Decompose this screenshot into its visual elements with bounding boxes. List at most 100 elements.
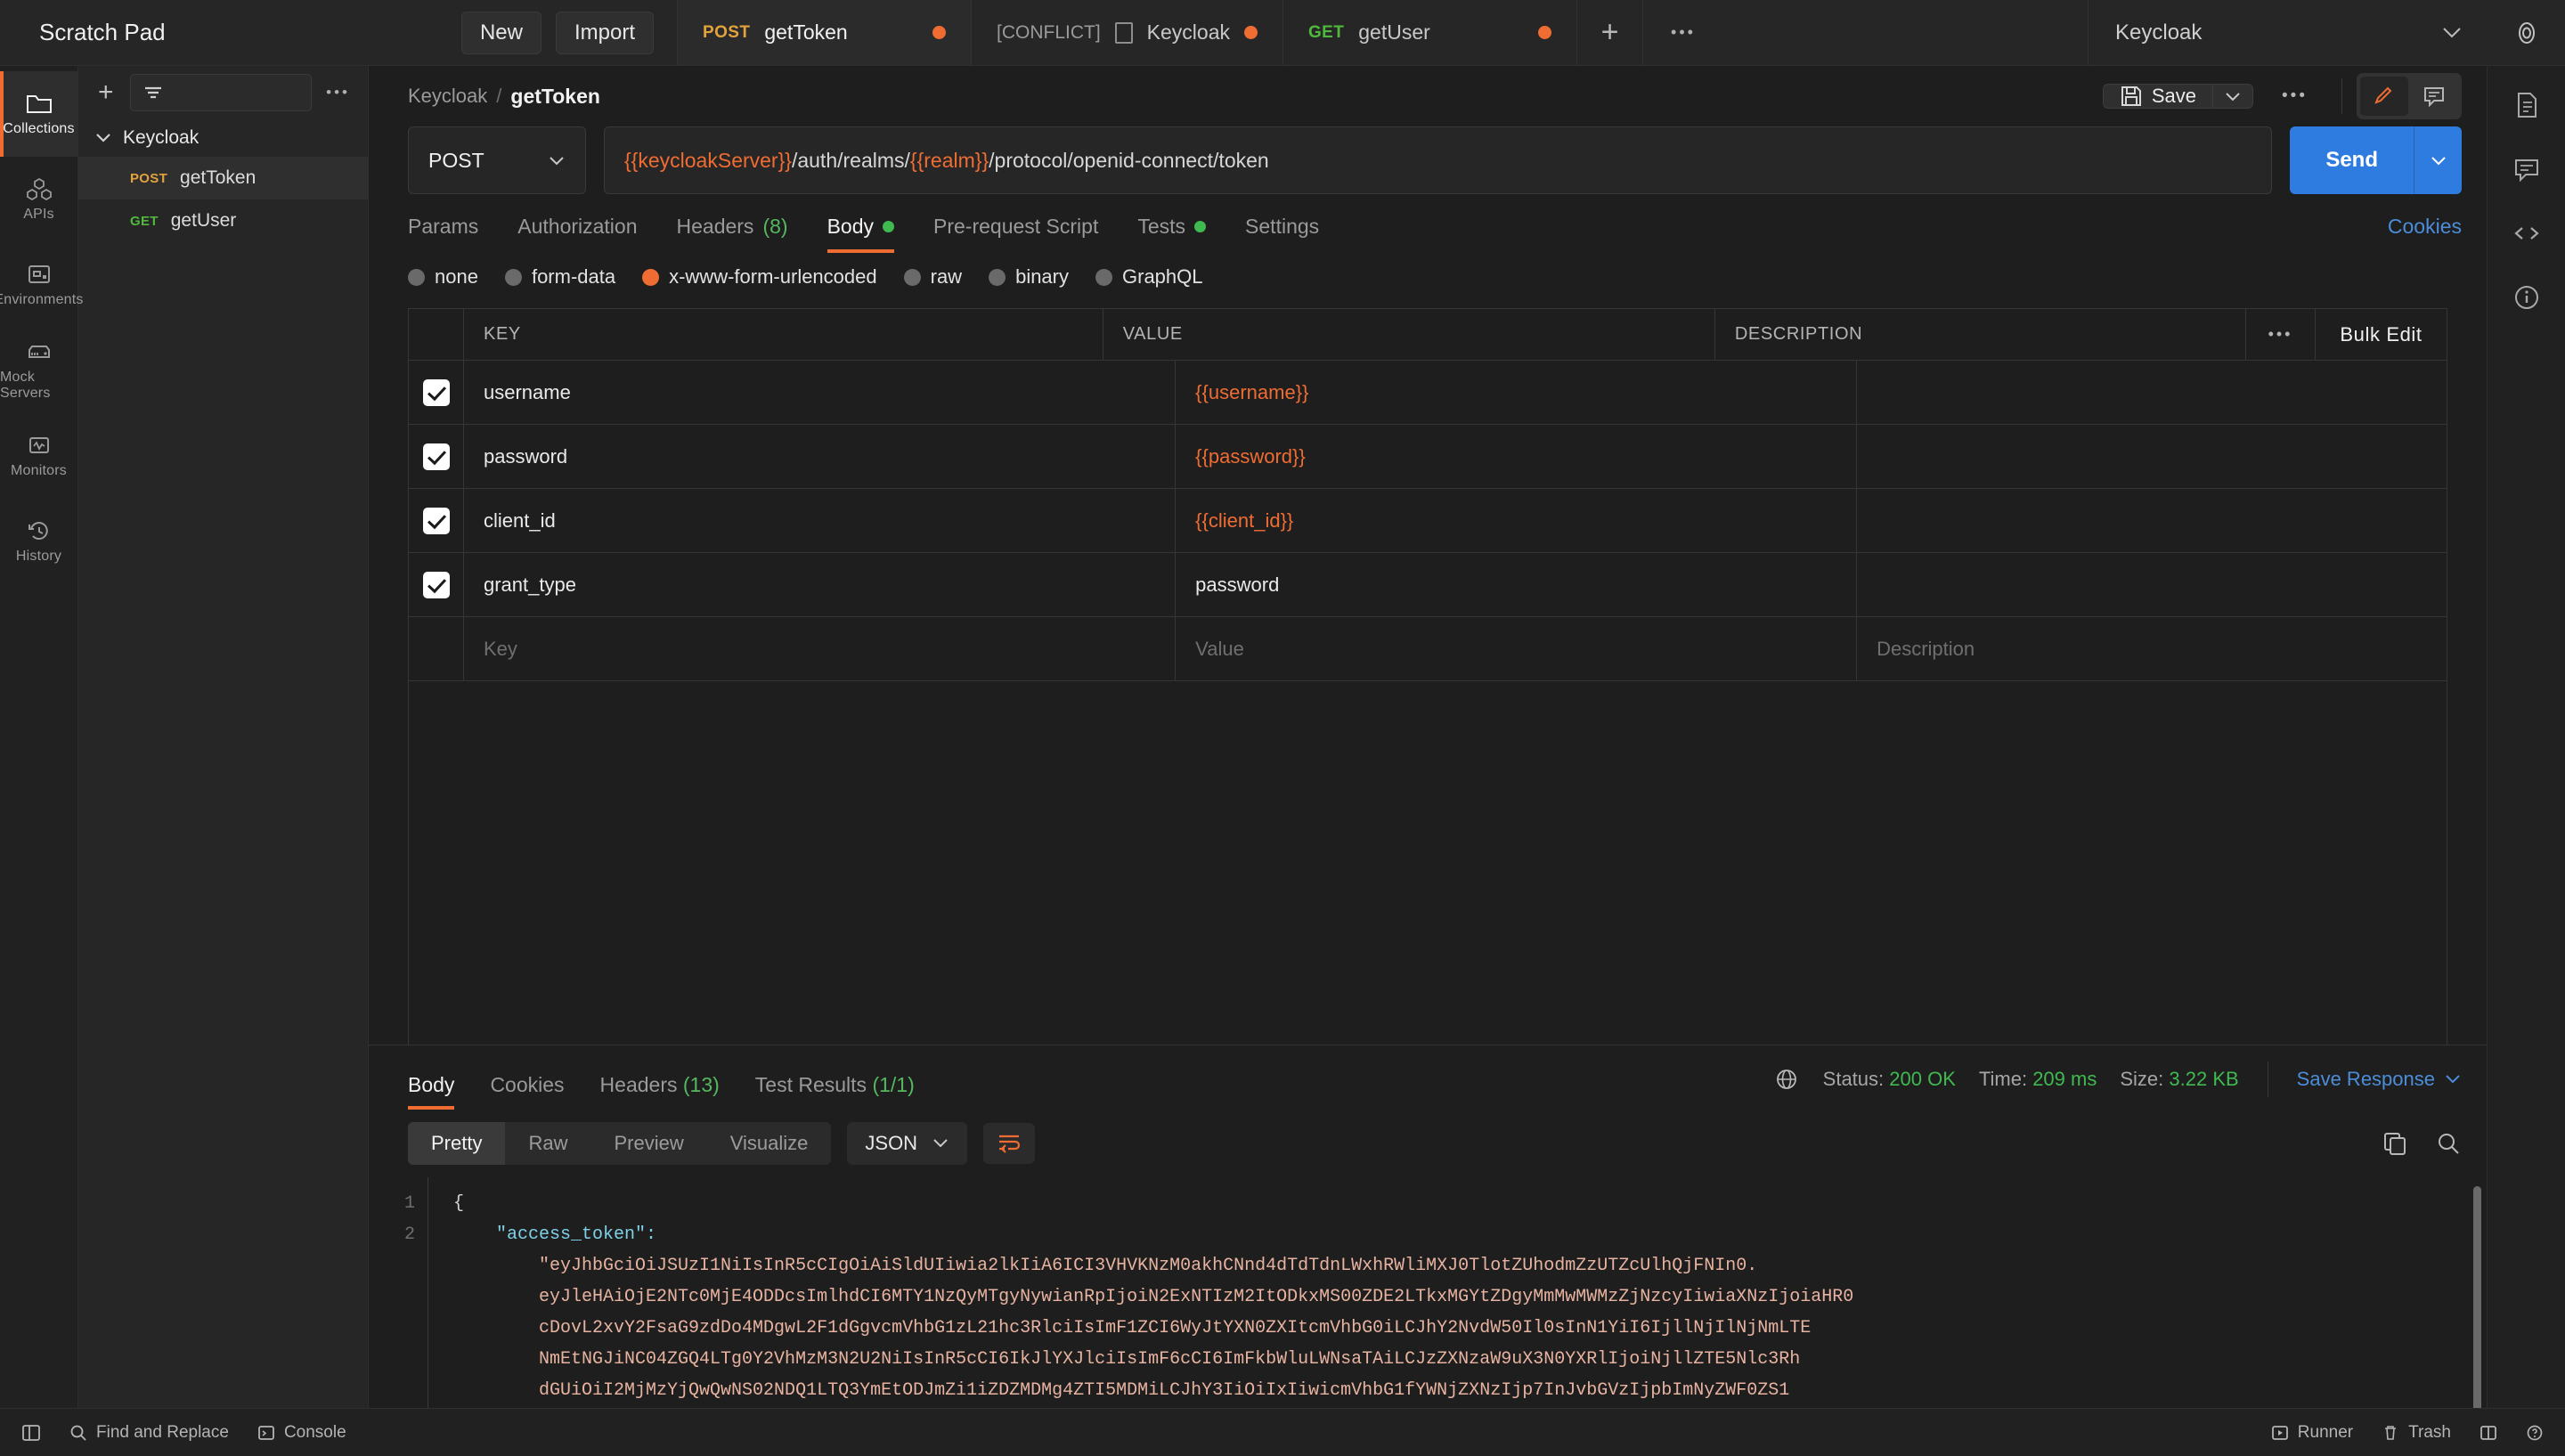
row-checkbox[interactable] <box>422 378 450 406</box>
size-value: 3.22 KB <box>2169 1067 2239 1090</box>
url-input[interactable]: {{keycloakServer}}/auth/realms/{{realm}}… <box>604 126 2273 194</box>
response-body-code[interactable]: 12 { "access_token": "eyJhbGciOiJSUzI1Ni… <box>369 1176 2487 1408</box>
sidebar-request-getuser[interactable]: GET getUser <box>78 199 368 242</box>
sidebar-request-gettoken[interactable]: POST getToken <box>78 157 368 199</box>
new-value-input[interactable]: Value <box>1176 617 1858 680</box>
table-row-empty[interactable]: Key Value Description <box>409 617 2447 681</box>
table-row[interactable]: grant_type password <box>409 553 2447 617</box>
layout-toggle-button[interactable] <box>2480 1424 2497 1442</box>
find-and-replace-button[interactable]: Find and Replace <box>69 1423 229 1443</box>
comment-icon[interactable] <box>2512 155 2541 183</box>
add-collection-button[interactable]: + <box>93 77 119 108</box>
copy-icon[interactable] <box>2382 1130 2408 1157</box>
sidebar-item-environments[interactable]: Environments <box>0 242 83 328</box>
row-key[interactable]: client_id <box>464 489 1177 552</box>
code-content[interactable]: { "access_token": "eyJhbGciOiJSUzI1NiIsI… <box>428 1176 2487 1408</box>
save-options-button[interactable] <box>2212 84 2254 109</box>
view-mode-raw[interactable]: Raw <box>505 1122 590 1165</box>
view-mode-visualize[interactable]: Visualize <box>707 1122 832 1165</box>
tab-settings[interactable]: Settings <box>1226 215 1339 253</box>
row-value[interactable]: {{password}} <box>1176 425 1858 488</box>
sidebar-item-collections[interactable]: Collections <box>0 71 77 157</box>
tab-tests[interactable]: Tests <box>1118 215 1226 253</box>
row-checkbox[interactable] <box>422 443 450 470</box>
comment-mode-button[interactable] <box>2410 77 2458 116</box>
table-options-button[interactable]: ••• <box>2245 309 2315 360</box>
tab-params[interactable]: Params <box>408 215 498 253</box>
send-button[interactable]: Send <box>2290 126 2414 194</box>
row-checkbox[interactable] <box>422 507 450 534</box>
row-key[interactable]: grant_type <box>464 553 1177 616</box>
row-key[interactable]: username <box>464 361 1177 424</box>
bulk-edit-button[interactable]: Bulk Edit <box>2315 309 2447 360</box>
help-button[interactable] <box>2526 1424 2544 1442</box>
breadcrumb-collection[interactable]: Keycloak <box>408 85 487 108</box>
table-row[interactable]: username {{username}} <box>409 361 2447 425</box>
body-type-x-www-form-urlencoded[interactable]: x-www-form-urlencoded <box>642 265 877 289</box>
toggle-sidebar-button[interactable] <box>21 1424 41 1442</box>
response-tab-cookies[interactable]: Cookies <box>472 1073 582 1110</box>
request-tab-keycloak-conflict[interactable]: [CONFLICT] Keycloak <box>972 0 1283 65</box>
row-key[interactable]: password <box>464 425 1177 488</box>
row-description[interactable] <box>1857 553 2447 616</box>
trash-button[interactable]: Trash <box>2382 1423 2451 1443</box>
response-tab-headers[interactable]: Headers (13) <box>582 1073 737 1110</box>
row-value[interactable]: {{username}} <box>1176 361 1858 424</box>
wrap-lines-button[interactable] <box>983 1122 1036 1164</box>
send-options-button[interactable] <box>2414 126 2462 194</box>
documentation-icon[interactable] <box>2512 91 2541 119</box>
environment-selector[interactable]: Keycloak <box>2088 0 2488 65</box>
row-checkbox-cell <box>409 361 464 424</box>
body-type-binary[interactable]: binary <box>989 265 1069 289</box>
request-tab-getuser[interactable]: GET getUser <box>1283 0 1577 65</box>
sidebar-item-apis[interactable]: APIs <box>0 157 77 242</box>
cookies-link[interactable]: Cookies <box>2388 215 2462 253</box>
row-value[interactable]: password <box>1176 553 1858 616</box>
row-description[interactable] <box>1857 489 2447 552</box>
new-description-input[interactable]: Description <box>1857 617 2447 680</box>
code-icon[interactable] <box>2512 219 2541 248</box>
view-mode-preview[interactable]: Preview <box>590 1122 706 1165</box>
http-method-dropdown[interactable]: POST <box>408 126 586 194</box>
new-key-input[interactable]: Key <box>464 617 1177 680</box>
table-row[interactable]: password {{password}} <box>409 425 2447 489</box>
tab-options-button[interactable]: ••• <box>1643 0 1723 65</box>
body-type-none[interactable]: none <box>408 265 478 289</box>
runner-button[interactable]: Runner <box>2271 1423 2353 1443</box>
tab-authorization[interactable]: Authorization <box>498 215 656 253</box>
collection-row-keycloak[interactable]: Keycloak <box>78 119 368 157</box>
save-response-button[interactable]: Save Response <box>2297 1068 2462 1091</box>
new-button[interactable]: New <box>460 11 542 54</box>
table-row[interactable]: client_id {{client_id}} <box>409 489 2447 553</box>
import-button[interactable]: Import <box>555 11 654 54</box>
body-type-graphql[interactable]: GraphQL <box>1095 265 1203 289</box>
response-tab-test-results[interactable]: Test Results (1/1) <box>737 1073 932 1110</box>
info-icon[interactable] <box>2512 283 2541 312</box>
response-format-dropdown[interactable]: JSON <box>847 1121 968 1165</box>
body-type-raw[interactable]: raw <box>903 265 962 289</box>
environment-quick-look-button[interactable] <box>2488 0 2565 65</box>
sidebar-filter-input[interactable] <box>129 74 313 111</box>
tab-headers[interactable]: Headers (8) <box>657 215 808 253</box>
sidebar-item-mock-servers[interactable]: Mock Servers <box>0 328 77 413</box>
row-description[interactable] <box>1857 361 2447 424</box>
sidebar-options-button[interactable]: ••• <box>322 84 354 102</box>
tab-body[interactable]: Body <box>808 215 914 253</box>
row-checkbox[interactable] <box>422 571 450 598</box>
sidebar-item-monitors[interactable]: Monitors <box>0 413 77 499</box>
request-tab-gettoken[interactable]: POST getToken <box>678 0 972 65</box>
search-icon[interactable] <box>2435 1130 2462 1157</box>
request-more-actions-button[interactable]: ••• <box>2262 86 2327 106</box>
row-value[interactable]: {{client_id}} <box>1176 489 1858 552</box>
body-type-form-data[interactable]: form-data <box>504 265 615 289</box>
response-tab-body[interactable]: Body <box>408 1073 472 1110</box>
console-button[interactable]: Console <box>257 1423 346 1443</box>
tab-pre-request-script[interactable]: Pre-request Script <box>914 215 1118 253</box>
new-tab-button[interactable]: + <box>1577 0 1643 65</box>
code-scrollbar[interactable] <box>2473 1185 2481 1408</box>
edit-mode-button[interactable] <box>2360 77 2408 116</box>
save-button[interactable]: Save <box>2102 84 2213 109</box>
row-description[interactable] <box>1857 425 2447 488</box>
sidebar-item-history[interactable]: History <box>0 499 77 584</box>
view-mode-pretty[interactable]: Pretty <box>408 1121 506 1165</box>
